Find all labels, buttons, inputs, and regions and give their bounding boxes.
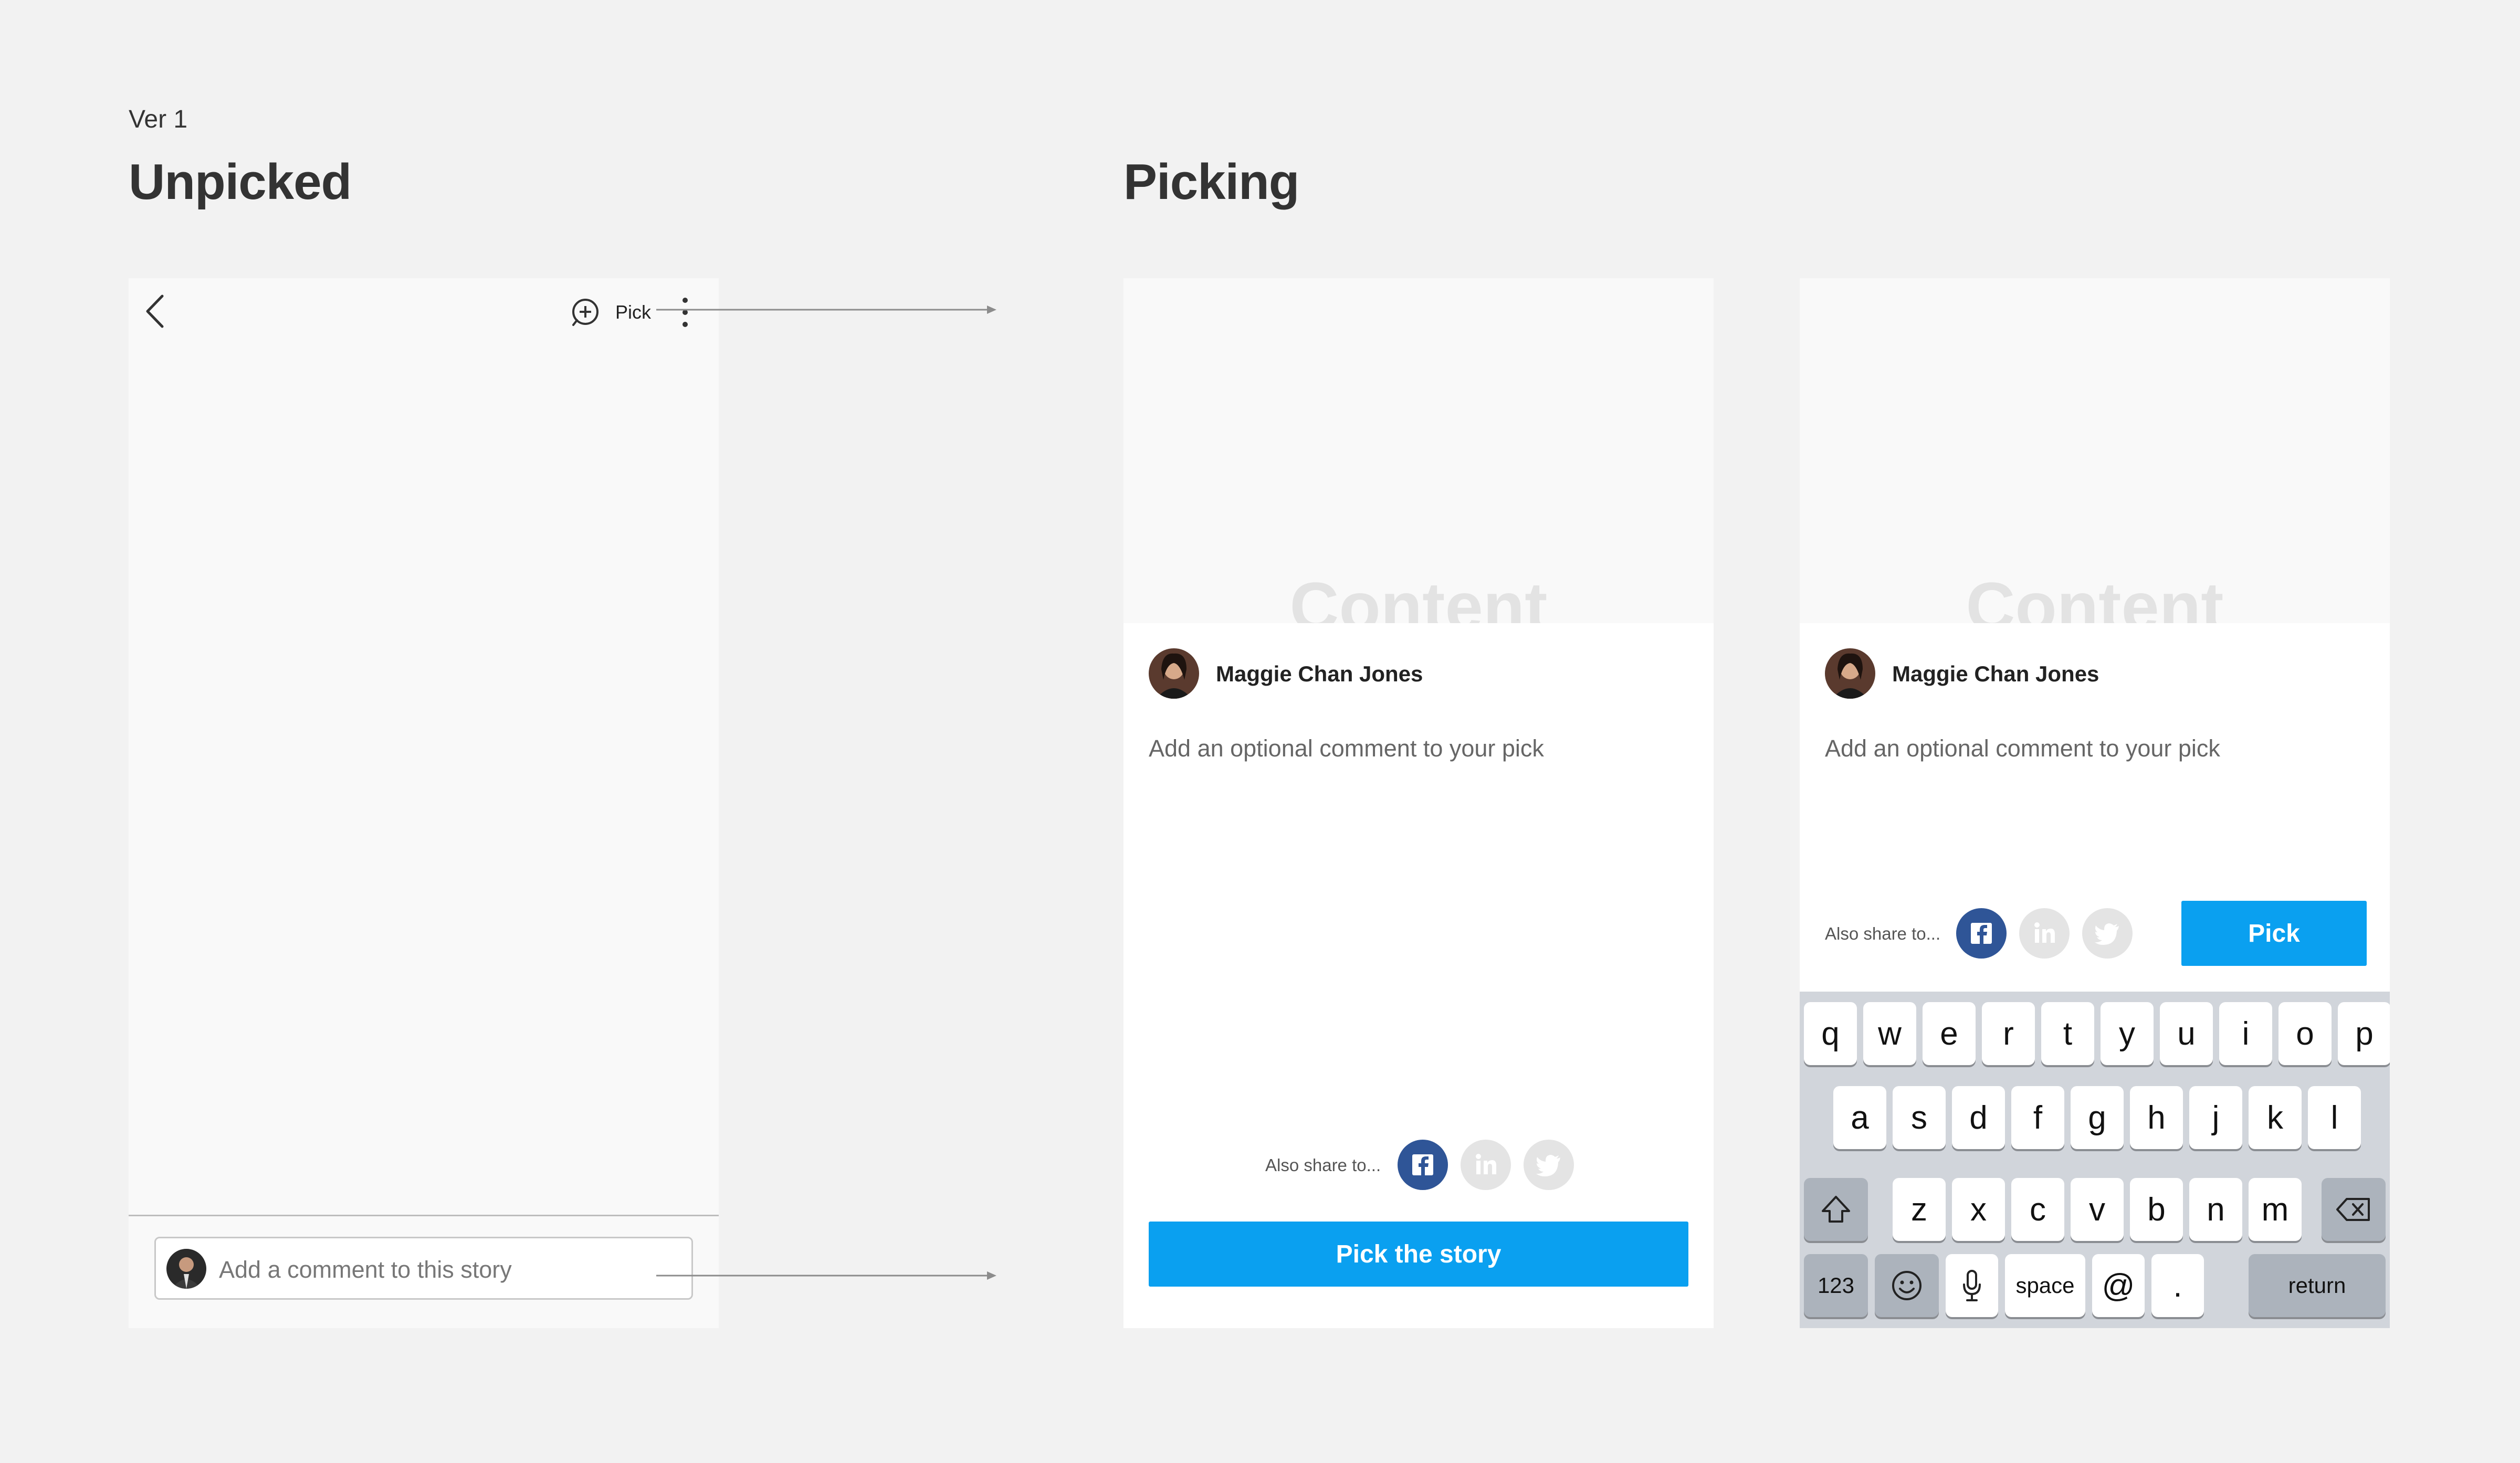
key-q[interactable]: q [1804,1002,1857,1065]
flow-arrow-bottom [656,1271,996,1280]
back-chevron-icon[interactable] [140,293,172,330]
key-c[interactable]: c [2011,1178,2064,1241]
facebook-icon[interactable] [1398,1140,1448,1190]
key-n[interactable]: n [2189,1178,2242,1241]
microphone-key[interactable] [1946,1254,1998,1317]
key-e[interactable]: e [1923,1002,1976,1065]
share-label: Also share to... [1265,1155,1381,1175]
key-z[interactable]: z [1893,1178,1946,1241]
key-p[interactable]: p [2338,1002,2390,1065]
key-v[interactable]: v [2071,1178,2124,1241]
key-k[interactable]: k [2249,1086,2302,1149]
key-d[interactable]: d [1952,1086,2005,1149]
bottom-divider [129,1215,719,1216]
linkedin-icon[interactable] [2019,908,2070,959]
share-label: Also share to... [1825,924,1941,943]
key-w[interactable]: w [1863,1002,1916,1065]
author-avatar [1825,648,1875,699]
pick-button[interactable]: Pick [2181,901,2367,966]
content-area: Content [1124,278,1714,623]
twitter-icon[interactable] [1524,1140,1574,1190]
key-o[interactable]: o [2278,1002,2332,1065]
period-key[interactable]: . [2151,1254,2204,1317]
facebook-icon[interactable] [1956,908,2007,959]
comment-placeholder: Add a comment to this story [219,1256,512,1283]
key-g[interactable]: g [2071,1086,2124,1149]
emoji-key[interactable] [1875,1254,1939,1317]
space-key[interactable]: space [2005,1254,2085,1317]
unpicked-screen: Pick Add a comment to this story [129,278,719,1328]
pick-button-label[interactable]: Pick [615,301,651,323]
pick-the-story-button[interactable]: Pick the story [1149,1222,1688,1287]
keyboard: 123 space @ . return qwertyuiop asdfghjkl… [1800,992,2390,1328]
backspace-key[interactable] [2322,1178,2386,1241]
section-title-unpicked: Unpicked [129,154,352,210]
key-s[interactable]: s [1893,1086,1946,1149]
content-area: Content [1800,278,2390,623]
key-j[interactable]: j [2189,1086,2242,1149]
numbers-key[interactable]: 123 [1804,1254,1868,1317]
key-t[interactable]: t [2041,1002,2094,1065]
key-f[interactable]: f [2011,1086,2064,1149]
version-label: Ver 1 [129,106,188,133]
shift-key[interactable] [1804,1178,1868,1241]
picking-keyboard-screen: Content Maggie Chan Jones Add an optiona… [1800,278,2390,1328]
twitter-icon[interactable] [2082,908,2133,959]
key-y[interactable]: y [2101,1002,2154,1065]
key-a[interactable]: a [1833,1086,1886,1149]
section-title-picking: Picking [1124,154,1299,210]
content-placeholder: Content [1289,568,1548,623]
add-comment-input[interactable]: Add a comment to this story [154,1237,693,1300]
key-u[interactable]: u [2160,1002,2213,1065]
key-i[interactable]: i [2219,1002,2272,1065]
key-x[interactable]: x [1952,1178,2005,1241]
picking-screen: Content Maggie Chan Jones Add an optiona… [1124,278,1714,1328]
optional-comment-input[interactable]: Add an optional comment to your pick [1149,735,1544,762]
avatar [166,1249,206,1289]
author-name: Maggie Chan Jones [1216,661,1423,686]
key-r[interactable]: r [1982,1002,2035,1065]
key-b[interactable]: b [2130,1178,2183,1241]
author-avatar [1149,648,1199,699]
author-name: Maggie Chan Jones [1892,661,2099,686]
at-key[interactable]: @ [2092,1254,2145,1317]
flow-arrow-top [656,306,996,314]
return-key[interactable]: return [2249,1254,2386,1317]
linkedin-icon[interactable] [1461,1140,1511,1190]
key-l[interactable]: l [2308,1086,2361,1149]
content-placeholder: Content [1966,568,2224,623]
optional-comment-input[interactable]: Add an optional comment to your pick [1825,735,2220,762]
key-m[interactable]: m [2249,1178,2302,1241]
key-h[interactable]: h [2130,1086,2183,1149]
pick-add-icon[interactable] [571,298,601,328]
